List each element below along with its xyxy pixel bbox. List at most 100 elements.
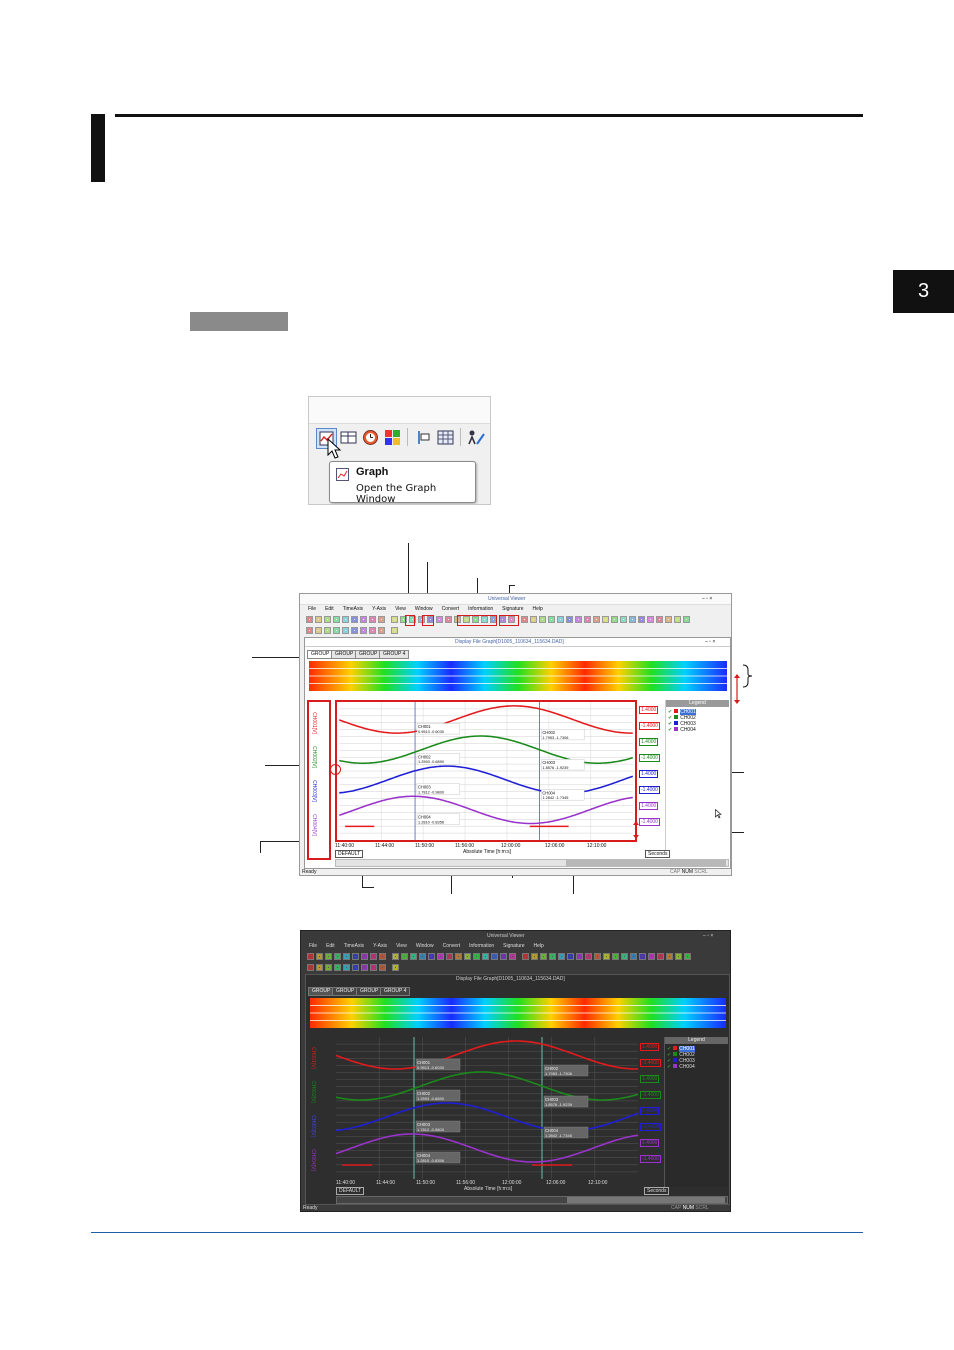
toolbar-button[interactable]	[351, 616, 358, 623]
toolbar-button[interactable]	[557, 616, 564, 623]
clock-button[interactable]	[362, 429, 379, 446]
menu-edit[interactable]: Edit	[325, 606, 334, 612]
menu-timeaxis[interactable]: TimeAxis	[344, 943, 364, 949]
toolbar-button[interactable]	[445, 616, 452, 623]
toolbar-button[interactable]	[401, 953, 408, 960]
toolbar-button[interactable]	[325, 964, 332, 971]
menu-convert[interactable]: Convert	[442, 606, 460, 612]
toolbar-button[interactable]	[307, 953, 314, 960]
toolbar-button[interactable]	[684, 953, 691, 960]
toolbar-button[interactable]	[575, 616, 582, 623]
menu-file[interactable]: File	[308, 606, 316, 612]
menu-convert[interactable]: Convert	[443, 943, 461, 949]
toolbar-button[interactable]	[361, 964, 368, 971]
toolbar-button[interactable]	[352, 964, 359, 971]
toolbar-button[interactable]	[352, 953, 359, 960]
toolbar-button[interactable]	[500, 953, 507, 960]
toolbar-button[interactable]	[343, 953, 350, 960]
toolbar-button[interactable]	[521, 616, 528, 623]
toolbar-button[interactable]	[315, 627, 322, 634]
toolbar-button[interactable]	[630, 953, 637, 960]
toolbar-button[interactable]	[391, 616, 398, 623]
toolbar-button[interactable]	[675, 953, 682, 960]
toolbar-button[interactable]	[612, 953, 619, 960]
toolbar-button[interactable]	[343, 964, 350, 971]
toolbar-button[interactable]	[558, 953, 565, 960]
toolbar-button[interactable]	[464, 953, 471, 960]
toolbar-button[interactable]	[324, 616, 331, 623]
toolbar-button[interactable]	[315, 616, 322, 623]
toolbar-button[interactable]	[683, 616, 690, 623]
toolbar-button[interactable]	[594, 953, 601, 960]
toolbar-button[interactable]	[638, 616, 645, 623]
signature-button[interactable]	[466, 429, 486, 446]
toolbar-button[interactable]	[566, 616, 573, 623]
toolbar-button[interactable]	[567, 953, 574, 960]
toolbar-button[interactable]	[648, 953, 655, 960]
toolbar-button[interactable]	[548, 616, 555, 623]
toolbar-button[interactable]	[585, 953, 592, 960]
tab-group-4[interactable]: GROUP 4	[379, 650, 410, 659]
toolbar-button[interactable]	[334, 953, 341, 960]
menu-signature[interactable]: Signature	[503, 943, 524, 949]
toolbar-button[interactable]	[647, 616, 654, 623]
toolbar-button[interactable]	[446, 953, 453, 960]
menu-timeaxis[interactable]: TimeAxis	[343, 606, 363, 612]
horizontal-scrollbar[interactable]	[336, 1196, 728, 1204]
toolbar-button[interactable]	[428, 953, 435, 960]
color-map-button[interactable]	[384, 429, 401, 446]
toolbar-button[interactable]	[629, 616, 636, 623]
toolbar-button[interactable]	[540, 953, 547, 960]
toolbar-button[interactable]	[593, 616, 600, 623]
toolbar-button[interactable]	[473, 953, 480, 960]
toolbar-button[interactable]	[455, 953, 462, 960]
toolbar-button[interactable]	[392, 953, 399, 960]
tab-group-4[interactable]: GROUP 4	[380, 987, 411, 996]
menu-window[interactable]: Window	[415, 606, 433, 612]
waveform-plot[interactable]: CH0010.9513 -0.6030 CH0021.2593 -0.6890 CH…	[335, 700, 637, 842]
toolbar-button[interactable]	[360, 616, 367, 623]
default-box[interactable]: DEFAULT	[336, 1187, 365, 1195]
toolbar-button[interactable]	[482, 953, 489, 960]
toolbar-button[interactable]	[361, 953, 368, 960]
menu-edit[interactable]: Edit	[326, 943, 335, 949]
toolbar-button[interactable]	[342, 616, 349, 623]
toolbar-button[interactable]	[306, 616, 313, 623]
menu-yaxis[interactable]: Y-Axis	[372, 606, 386, 612]
toolbar-button[interactable]	[531, 953, 538, 960]
document-controls[interactable]: – ▫ ×	[705, 639, 715, 645]
toolbar-button[interactable]	[674, 616, 681, 623]
menu-window[interactable]: Window	[416, 943, 434, 949]
toolbar-button[interactable]	[584, 616, 591, 623]
toolbar-button[interactable]	[549, 953, 556, 960]
toolbar-button[interactable]	[539, 616, 546, 623]
toolbar-button[interactable]	[522, 953, 529, 960]
toolbar-button[interactable]	[639, 953, 646, 960]
toolbar-button[interactable]	[391, 627, 398, 634]
toolbar-button[interactable]	[576, 953, 583, 960]
default-box[interactable]: DEFAULT	[335, 850, 364, 858]
toolbar-button[interactable]	[306, 627, 313, 634]
toolbar-button[interactable]	[369, 627, 376, 634]
menu-information[interactable]: Information	[469, 943, 494, 949]
toolbar-button[interactable]	[392, 964, 399, 971]
toolbar-button[interactable]	[437, 953, 444, 960]
toolbar-button[interactable]	[324, 627, 331, 634]
horizontal-scrollbar[interactable]	[335, 859, 729, 867]
toolbar-button[interactable]	[379, 964, 386, 971]
toolbar-button[interactable]	[620, 616, 627, 623]
toolbar-button[interactable]	[316, 953, 323, 960]
seconds-box[interactable]: Seconds	[644, 1187, 670, 1195]
menu-signature[interactable]: Signature	[502, 606, 523, 612]
toolbar-button[interactable]	[378, 627, 385, 634]
toolbar-button[interactable]	[360, 627, 367, 634]
toolbar-button[interactable]	[316, 964, 323, 971]
toolbar-button[interactable]	[611, 616, 618, 623]
toolbar-button[interactable]	[333, 616, 340, 623]
toolbar-button[interactable]	[436, 616, 443, 623]
menu-file[interactable]: File	[309, 943, 317, 949]
toolbar-button[interactable]	[369, 616, 376, 623]
window-controls[interactable]: – ▫ ×	[702, 596, 712, 602]
menu-help[interactable]: Help	[533, 606, 543, 612]
seconds-box[interactable]: Seconds	[645, 850, 671, 858]
